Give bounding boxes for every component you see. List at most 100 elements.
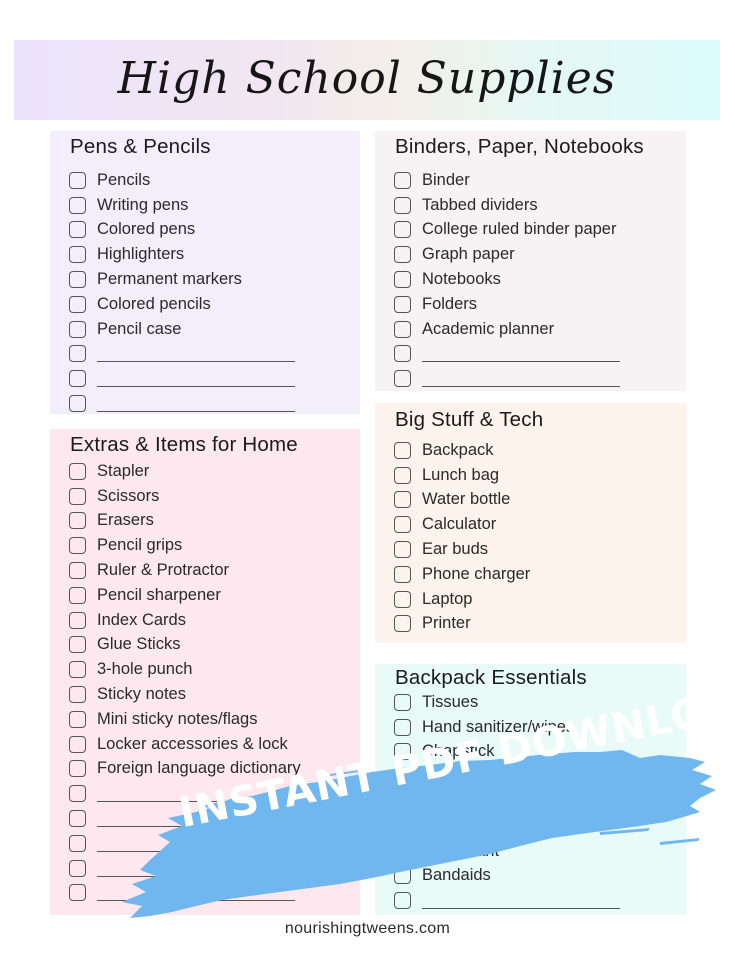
checkbox[interactable]	[69, 636, 86, 654]
checkbox[interactable]	[394, 246, 411, 264]
write-in-line[interactable]	[97, 839, 295, 852]
checkbox[interactable]	[69, 611, 86, 629]
checklist-item[interactable]: Tabbed dividers	[394, 193, 620, 218]
checkbox[interactable]	[69, 196, 86, 214]
checkbox[interactable]	[69, 320, 86, 338]
blank-checklist-item[interactable]	[69, 881, 301, 906]
blank-checklist-item[interactable]	[69, 391, 295, 416]
checklist-item[interactable]: Tissues	[394, 690, 620, 715]
checkbox[interactable]	[394, 271, 411, 289]
checkbox[interactable]	[394, 320, 411, 338]
checkbox[interactable]	[69, 735, 86, 753]
write-in-line[interactable]	[97, 374, 295, 388]
checkbox[interactable]	[69, 221, 86, 239]
write-in-line[interactable]	[422, 349, 620, 363]
checklist-item[interactable]: Ear buds	[394, 537, 530, 562]
checkbox[interactable]	[69, 395, 86, 413]
checkbox[interactable]	[394, 196, 411, 214]
write-in-line[interactable]	[97, 399, 295, 413]
checkbox[interactable]	[69, 785, 86, 803]
checkbox[interactable]	[69, 661, 86, 679]
checkbox[interactable]	[394, 768, 411, 786]
checkbox[interactable]	[394, 892, 411, 910]
checklist-item[interactable]: Colored pens	[69, 218, 295, 243]
checkbox[interactable]	[394, 295, 411, 313]
checkbox[interactable]	[394, 541, 411, 559]
checkbox[interactable]	[69, 345, 86, 363]
checklist-item[interactable]: Pencil case	[69, 317, 295, 342]
blank-checklist-item[interactable]	[69, 781, 301, 806]
checklist-item[interactable]: Ruler & Protractor	[69, 558, 301, 583]
blank-checklist-item[interactable]	[69, 806, 301, 831]
checklist-item[interactable]: Pencil grips	[69, 533, 301, 558]
checkbox[interactable]	[394, 370, 411, 388]
checklist-item[interactable]: Glue Sticks	[69, 633, 301, 658]
checkbox[interactable]	[394, 867, 411, 885]
checkbox[interactable]	[69, 246, 86, 264]
write-in-line[interactable]	[97, 349, 295, 363]
checklist-item[interactable]: Scissors	[69, 484, 301, 509]
checkbox[interactable]	[69, 512, 86, 530]
write-in-line[interactable]	[97, 814, 295, 828]
checklist-item[interactable]: Permanent markers	[69, 267, 295, 292]
checkbox[interactable]	[394, 590, 411, 608]
checklist-item[interactable]: Stapler	[69, 459, 301, 484]
checklist-item[interactable]	[394, 814, 620, 839]
checkbox[interactable]	[394, 345, 411, 363]
checkbox[interactable]	[394, 565, 411, 583]
write-in-line[interactable]	[422, 374, 620, 388]
checkbox[interactable]	[69, 586, 86, 604]
checklist-item[interactable]: Laptop	[394, 587, 530, 612]
checklist-item[interactable]: Folders	[394, 292, 620, 317]
checkbox[interactable]	[394, 171, 411, 189]
checkbox[interactable]	[394, 718, 411, 736]
checkbox[interactable]	[69, 537, 86, 555]
checklist-item[interactable]: Locker accessories & lock	[69, 732, 301, 757]
checkbox[interactable]	[69, 884, 86, 902]
checklist-item[interactable]: Index Cards	[69, 608, 301, 633]
checkbox[interactable]	[394, 221, 411, 239]
checklist-item[interactable]: Chapstick	[394, 740, 620, 765]
blank-checklist-item[interactable]	[394, 342, 620, 367]
checkbox[interactable]	[394, 743, 411, 761]
checklist-item[interactable]: Foreign language dictionary	[69, 757, 301, 782]
checklist-item[interactable]: Printer	[394, 612, 530, 637]
blank-checklist-item[interactable]	[394, 366, 620, 391]
checkbox[interactable]	[394, 793, 411, 811]
checklist-item[interactable]: Backpack	[394, 438, 530, 463]
checkbox[interactable]	[69, 171, 86, 189]
write-in-line[interactable]	[422, 896, 620, 910]
checklist-item[interactable]: Bandaids	[394, 864, 620, 889]
blank-checklist-item[interactable]	[69, 342, 295, 367]
checkbox[interactable]	[69, 462, 86, 480]
checklist-item[interactable]: Gum/mints	[394, 764, 620, 789]
checklist-item[interactable]: Mini sticky notes/flags	[69, 707, 301, 732]
checkbox[interactable]	[394, 842, 411, 860]
checkbox[interactable]	[69, 710, 86, 728]
checkbox[interactable]	[69, 562, 86, 580]
checkbox[interactable]	[69, 370, 86, 388]
checklist-item[interactable]: Pencil sharpener	[69, 583, 301, 608]
checkbox[interactable]	[69, 760, 86, 778]
checklist-item[interactable]: Academic planner	[394, 317, 620, 342]
checkbox[interactable]	[69, 295, 86, 313]
checklist-item[interactable]: Hand sanitizer/wipes	[394, 715, 620, 740]
blank-checklist-item[interactable]	[69, 366, 295, 391]
checkbox[interactable]	[69, 859, 86, 877]
checklist-item[interactable]: Colored pencils	[69, 292, 295, 317]
checklist-item[interactable]: Lunch bag	[394, 463, 530, 488]
checklist-item[interactable]: Notebooks	[394, 267, 620, 292]
checkbox[interactable]	[394, 466, 411, 484]
checklist-item[interactable]: Sticky notes	[69, 682, 301, 707]
checkbox[interactable]	[69, 686, 86, 704]
checkbox[interactable]	[69, 271, 86, 289]
checklist-item[interactable]: College ruled binder paper	[394, 218, 620, 243]
checklist-item[interactable]: Erasers	[69, 509, 301, 534]
checkbox[interactable]	[69, 487, 86, 505]
blank-checklist-item[interactable]	[69, 831, 301, 856]
checkbox[interactable]	[394, 817, 411, 835]
checklist-item[interactable]: Pencils	[69, 168, 295, 193]
checkbox[interactable]	[69, 810, 86, 828]
checklist-item[interactable]: Deodorant	[394, 839, 620, 864]
checklist-item[interactable]	[394, 789, 620, 814]
